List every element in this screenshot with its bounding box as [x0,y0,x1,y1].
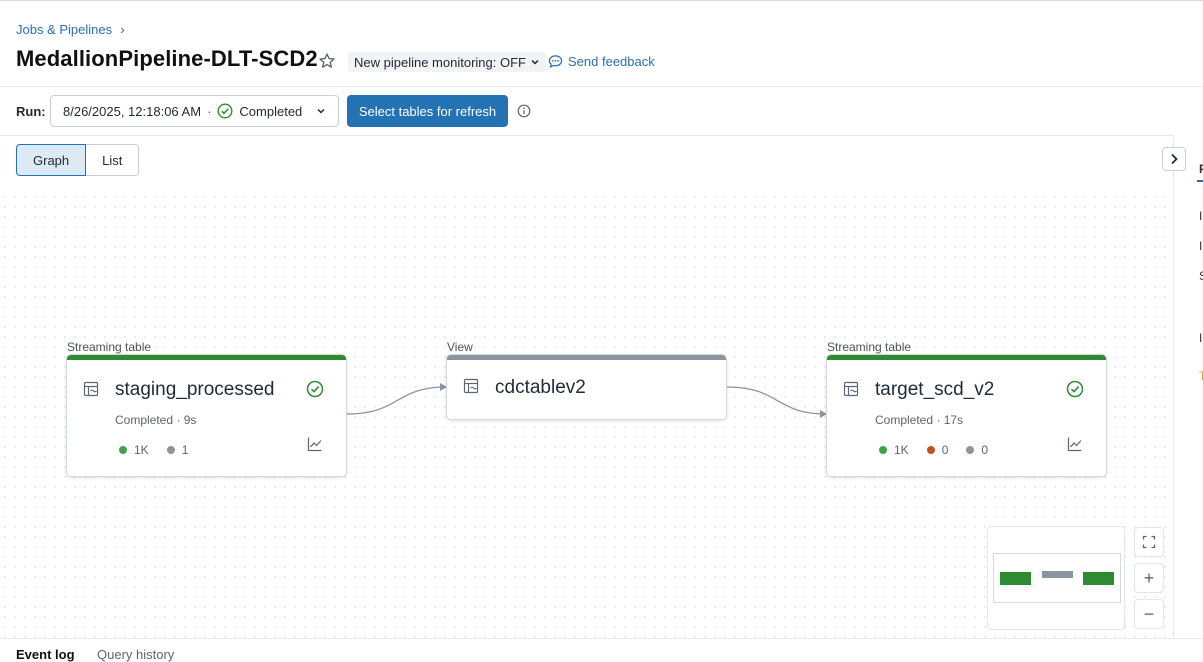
side-panel-tab[interactable]: P [1199,162,1203,176]
check-circle-icon [1066,380,1084,398]
metric-dropped-rows: 1 [166,443,189,457]
chevron-right-icon [1171,153,1178,165]
metric-value: 1K [134,443,149,457]
metric-dropped-rows: 0 [966,443,988,457]
edge-staging-to-cdc [346,386,447,415]
side-panel-text: I [1199,331,1203,345]
tab-event-log[interactable]: Event log [16,647,75,662]
node-name: staging_processed [115,379,275,400]
chart-line-icon[interactable] [1067,436,1083,452]
node-type-label: View [447,340,473,354]
fullscreen-icon [1142,535,1156,549]
metric-dot [119,446,127,454]
metric-dot [166,446,175,454]
node-status-bar [827,355,1106,360]
graph-minimap[interactable] [987,526,1125,630]
chart-line-icon[interactable] [307,436,323,452]
minimap-node [1083,572,1114,585]
bottom-panel-divider [0,638,1203,639]
side-panel-border [1173,135,1174,638]
node-metrics: 1K 0 0 [879,443,988,457]
minimap-node [1000,572,1031,585]
node-type-label: Streaming table [827,340,912,354]
metric-dot [966,446,975,454]
streaming-table-icon [843,381,859,397]
tab-query-history[interactable]: Query history [97,647,174,662]
metric-dot [879,446,887,454]
node-metrics: 1K 1 [119,443,188,457]
zoom-in-button[interactable]: + [1134,563,1164,593]
node-name: cdctablev2 [495,377,586,398]
minimap-viewport[interactable] [993,553,1121,603]
edge-cdc-to-target [726,386,827,415]
side-panel-toggle-button[interactable] [1162,147,1186,171]
streaming-table-icon [83,381,99,397]
node-status-bar [447,355,726,360]
node-status: Completed · 17s [875,413,964,427]
node-staging-processed[interactable]: staging_processed Completed · 9s 1K 1 [66,354,347,477]
metric-output-rows: 1K [119,443,149,457]
node-target-scd-v2[interactable]: target_scd_v2 Completed · 17s 1K 0 0 [826,354,1107,477]
fit-view-button[interactable] [1134,527,1164,557]
side-panel-text: S [1199,269,1203,283]
metric-value: 0 [941,443,949,457]
view-table-icon [463,378,479,394]
minimap-node [1042,571,1073,578]
metric-dot [926,446,935,454]
side-panel-text: I [1199,209,1203,223]
check-circle-icon [306,380,324,398]
node-cdctablev2[interactable]: cdctablev2 [446,354,727,420]
node-status-bar [67,355,346,360]
metric-value: 0 [981,443,989,457]
metric-output-rows: 1K [879,443,909,457]
metric-value: 1K [894,443,909,457]
node-name: target_scd_v2 [875,379,995,400]
metric-value: 1 [181,443,189,457]
zoom-out-button[interactable]: − [1134,599,1164,629]
metric-expectation-failures: 0 [926,443,949,457]
node-type-label: Streaming table [67,340,152,354]
node-status: Completed · 9s [115,413,197,427]
side-panel-tab-indicator [1197,180,1203,182]
side-panel-text: I [1199,239,1203,253]
side-panel-text: T [1199,369,1203,383]
